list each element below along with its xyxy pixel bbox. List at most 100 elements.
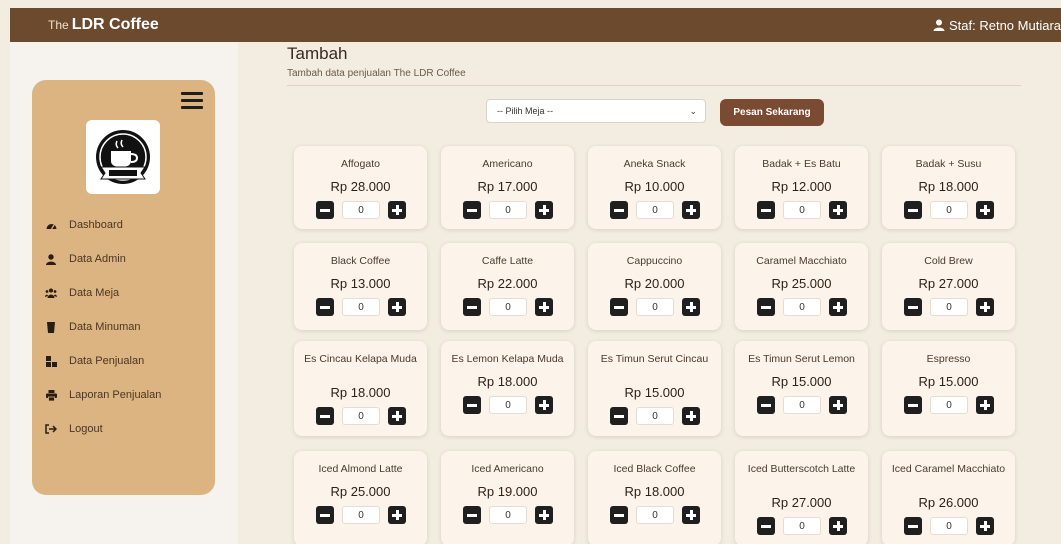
user-menu[interactable]: Staf: Retno Mutiara: [933, 18, 1061, 33]
increase-button[interactable]: [388, 407, 406, 425]
quantity-input[interactable]: 0: [783, 517, 821, 535]
brand-logo[interactable]: The LDR Coffee: [48, 16, 159, 34]
decrease-button[interactable]: [904, 396, 922, 414]
sidebar-item-data-penjualan[interactable]: Data Penjualan: [32, 344, 215, 378]
quantity-input[interactable]: 0: [783, 201, 821, 219]
decrease-button[interactable]: [316, 506, 334, 524]
sidebar-item-laporan-penjualan[interactable]: Laporan Penjualan: [32, 378, 215, 412]
quantity-input[interactable]: 0: [783, 298, 821, 316]
decrease-button[interactable]: [610, 506, 628, 524]
brand-prefix: The: [48, 18, 69, 32]
increase-button[interactable]: [535, 201, 553, 219]
sidebar-item-label: Laporan Penjualan: [69, 389, 162, 401]
decrease-button[interactable]: [757, 201, 775, 219]
decrease-button[interactable]: [316, 298, 334, 316]
product-card: Caffe Latte Rp 22.000 0: [441, 243, 574, 330]
quantity-stepper: 0: [610, 506, 700, 524]
sidebar-item-data-admin[interactable]: Data Admin: [32, 242, 215, 276]
quantity-input[interactable]: 0: [930, 396, 968, 414]
product-name: Espresso: [926, 353, 971, 365]
increase-button[interactable]: [976, 201, 994, 219]
sidebar-item-dashboard[interactable]: Dashboard: [32, 208, 215, 242]
quantity-input[interactable]: 0: [342, 407, 380, 425]
product-price: Rp 26.000: [918, 495, 979, 510]
quantity-stepper: 0: [757, 201, 847, 219]
increase-button[interactable]: [682, 298, 700, 316]
increase-button[interactable]: [829, 517, 847, 535]
increase-button[interactable]: [388, 506, 406, 524]
increase-button[interactable]: [388, 298, 406, 316]
decrease-button[interactable]: [463, 506, 481, 524]
increase-button[interactable]: [388, 201, 406, 219]
coffee-cup-logo-icon: [96, 130, 150, 184]
decrease-button[interactable]: [757, 396, 775, 414]
increase-button[interactable]: [829, 396, 847, 414]
minus-icon: [761, 403, 771, 407]
decrease-button[interactable]: [316, 407, 334, 425]
quantity-stepper: 0: [610, 407, 700, 425]
minus-icon: [761, 524, 771, 528]
increase-button[interactable]: [682, 506, 700, 524]
decrease-button[interactable]: [463, 298, 481, 316]
divider: [287, 85, 1021, 86]
product-name: Iced Butterscotch Latte: [747, 463, 856, 475]
increase-button[interactable]: [976, 396, 994, 414]
hamburger-icon[interactable]: [181, 92, 203, 110]
quantity-input[interactable]: 0: [489, 506, 527, 524]
dashboard-icon: [45, 219, 57, 231]
increase-button[interactable]: [976, 298, 994, 316]
decrease-button[interactable]: [610, 298, 628, 316]
quantity-input[interactable]: 0: [930, 517, 968, 535]
quantity-input[interactable]: 0: [636, 407, 674, 425]
product-price: Rp 15.000: [624, 385, 685, 400]
product-name: Es Cincau Kelapa Muda: [304, 353, 417, 365]
decrease-button[interactable]: [904, 298, 922, 316]
increase-button[interactable]: [829, 201, 847, 219]
decrease-button[interactable]: [610, 407, 628, 425]
quantity-input[interactable]: 0: [489, 201, 527, 219]
quantity-stepper: 0: [904, 396, 994, 414]
quantity-input[interactable]: 0: [636, 298, 674, 316]
increase-button[interactable]: [829, 298, 847, 316]
quantity-input[interactable]: 0: [342, 201, 380, 219]
quantity-input[interactable]: 0: [930, 298, 968, 316]
sidebar-item-label: Dashboard: [69, 219, 123, 231]
decrease-button[interactable]: [904, 201, 922, 219]
decrease-button[interactable]: [610, 201, 628, 219]
product-price: Rp 13.000: [330, 276, 391, 291]
decrease-button[interactable]: [316, 201, 334, 219]
decrease-button[interactable]: [904, 517, 922, 535]
increase-button[interactable]: [535, 506, 553, 524]
quantity-stepper: 0: [463, 506, 553, 524]
sidebar-item-label: Data Admin: [69, 253, 126, 265]
quantity-stepper: 0: [463, 201, 553, 219]
quantity-input[interactable]: 0: [783, 396, 821, 414]
product-card: Cold Brew Rp 27.000 0: [882, 243, 1015, 330]
sidebar-item-logout[interactable]: Logout: [32, 412, 215, 446]
increase-button[interactable]: [682, 407, 700, 425]
decrease-button[interactable]: [757, 298, 775, 316]
decrease-button[interactable]: [463, 201, 481, 219]
quantity-input[interactable]: 0: [636, 201, 674, 219]
quantity-stepper: 0: [904, 517, 994, 535]
increase-button[interactable]: [535, 396, 553, 414]
increase-button[interactable]: [535, 298, 553, 316]
sidebar-item-data-meja[interactable]: Data Meja: [32, 276, 215, 310]
quantity-input[interactable]: 0: [489, 298, 527, 316]
sidebar-item-data-minuman[interactable]: Data Minuman: [32, 310, 215, 344]
table-select[interactable]: -- Pilih Meja -- ⌄: [486, 99, 706, 123]
decrease-button[interactable]: [757, 517, 775, 535]
order-now-button[interactable]: Pesan Sekarang: [720, 99, 824, 126]
product-price: Rp 20.000: [624, 276, 685, 291]
increase-button[interactable]: [976, 517, 994, 535]
product-price: Rp 17.000: [477, 179, 538, 194]
increase-button[interactable]: [682, 201, 700, 219]
quantity-input[interactable]: 0: [930, 201, 968, 219]
quantity-input[interactable]: 0: [489, 396, 527, 414]
quantity-input[interactable]: 0: [342, 506, 380, 524]
decrease-button[interactable]: [463, 396, 481, 414]
product-card: Espresso Rp 15.000 0: [882, 341, 1015, 436]
quantity-input[interactable]: 0: [636, 506, 674, 524]
quantity-input[interactable]: 0: [342, 298, 380, 316]
product-card: Americano Rp 17.000 0: [441, 146, 574, 229]
